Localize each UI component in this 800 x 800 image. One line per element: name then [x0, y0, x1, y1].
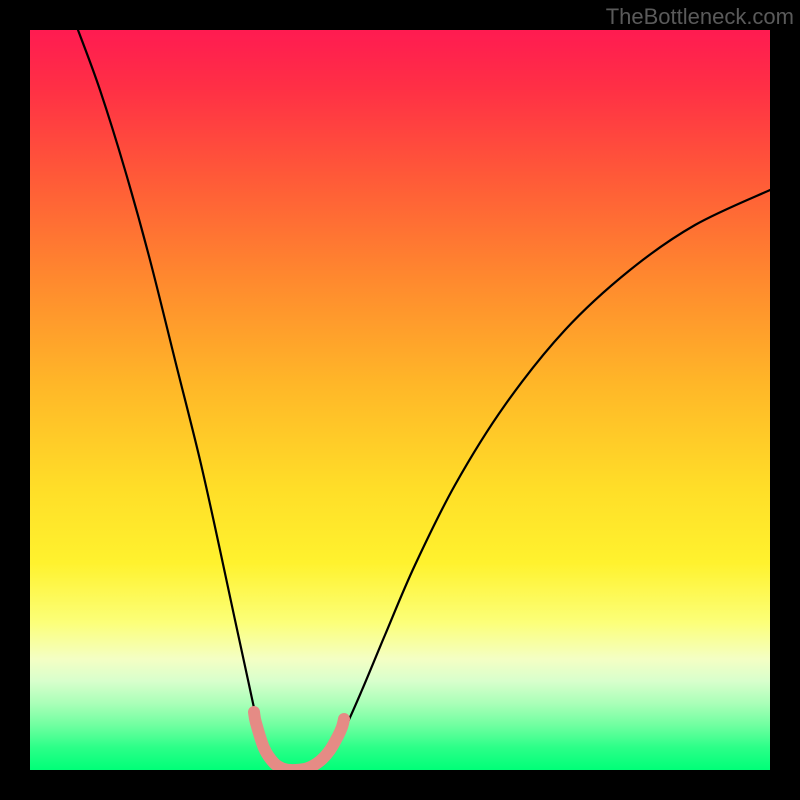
bottleneck-curve — [78, 30, 770, 770]
watermark-text: TheBottleneck.com — [606, 4, 794, 30]
curve-layer — [30, 30, 770, 770]
minimum-band-highlight — [254, 712, 344, 770]
plot-area — [30, 30, 770, 770]
chart-canvas: TheBottleneck.com — [0, 0, 800, 800]
